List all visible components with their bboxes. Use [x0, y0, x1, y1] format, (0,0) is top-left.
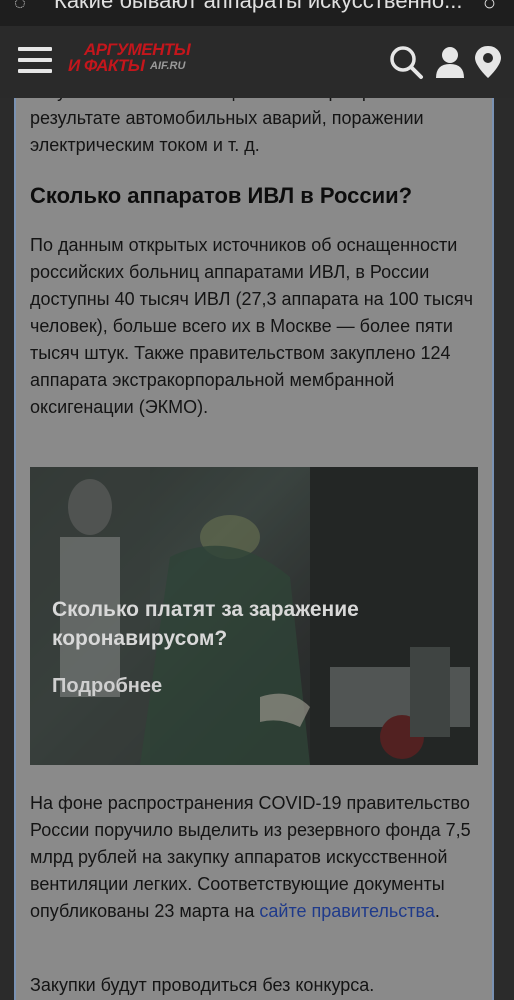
- promo-card[interactable]: Сколько платят за заражение коронавирусо…: [30, 467, 478, 765]
- browser-tab-title: Какие бывают аппараты искусственно...: [54, 0, 463, 13]
- stats-paragraph: По данным открытых источников об оснащен…: [30, 235, 473, 417]
- section-heading: Сколько аппаратов ИВЛ в России?: [30, 183, 413, 208]
- user-icon[interactable]: [432, 44, 468, 80]
- site-logo[interactable]: АРГУМЕНТЫ И ФАКТЫ AIF.RU: [68, 41, 208, 82]
- promo-more-link[interactable]: Подробнее: [52, 675, 162, 698]
- menu-icon[interactable]: [18, 47, 52, 75]
- procurement-paragraph: Закупки будут проводиться без конкурса.: [30, 975, 375, 995]
- intro-paragraph: искусственной вентиляции лёгких при трав…: [30, 98, 437, 155]
- covid-paragraph: На фоне распространения COVID-19 правите…: [30, 790, 480, 925]
- browser-menu-icon[interactable]: ○: [483, 0, 496, 16]
- article-content: искусственной вентиляции лёгких при трав…: [14, 98, 494, 1000]
- browser-top-bar: ◌ Какие бывают аппараты искусственно... …: [0, 0, 514, 26]
- location-icon[interactable]: [472, 44, 504, 80]
- government-site-link[interactable]: сайте правительства: [259, 901, 434, 921]
- search-icon[interactable]: [388, 44, 424, 80]
- covid-paragraph-end: .: [434, 901, 440, 921]
- logo-domain: AIF.RU: [150, 60, 186, 72]
- logo-line-2: И ФАКТЫ: [68, 56, 145, 75]
- site-header: АРГУМЕНТЫ И ФАКТЫ AIF.RU: [0, 26, 514, 98]
- site-info-icon[interactable]: ◌: [14, 0, 26, 15]
- promo-title: Сколько платят за заражение коронавирусо…: [52, 598, 359, 650]
